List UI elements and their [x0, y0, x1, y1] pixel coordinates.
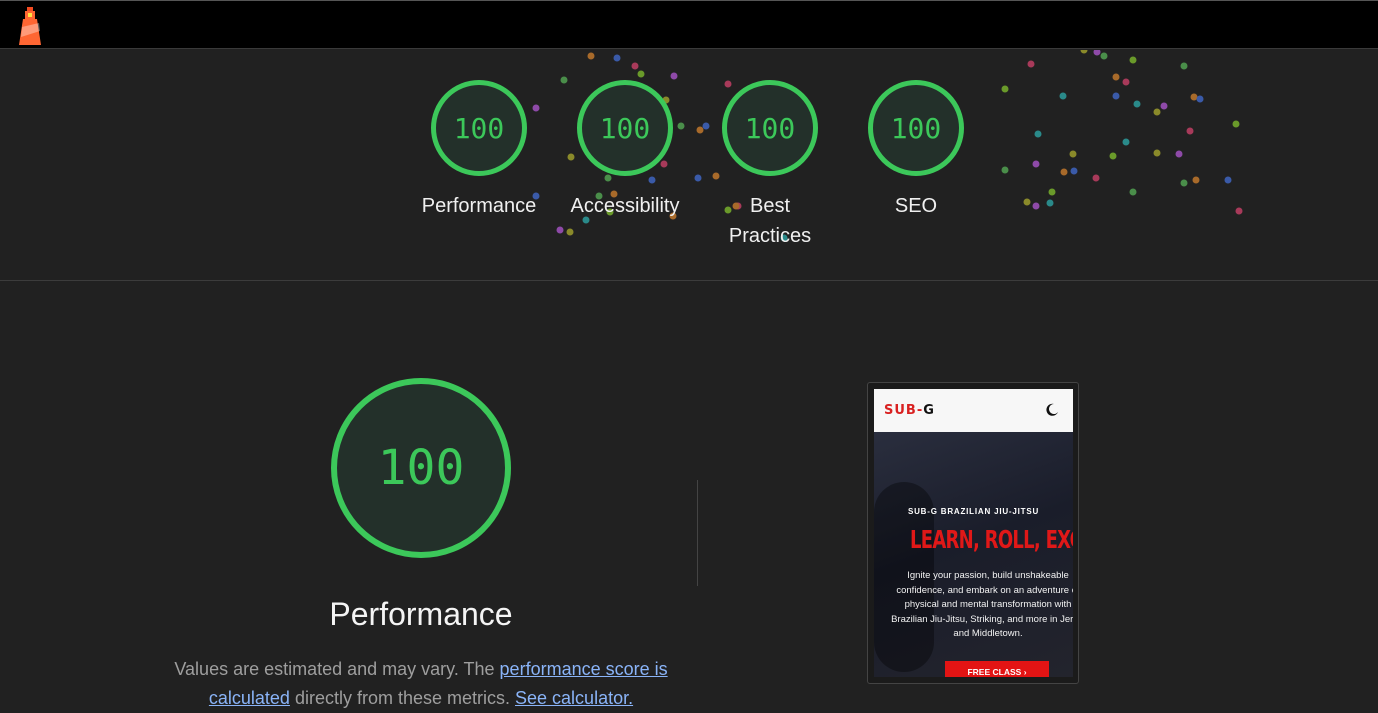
confetti-dot — [1160, 102, 1168, 110]
confetti-dot — [1129, 56, 1137, 64]
confetti-dot — [1027, 60, 1035, 68]
moon-icon — [1046, 403, 1058, 416]
score-label: Accessibility — [570, 195, 680, 217]
score-label: Best Practices — [728, 195, 812, 247]
confetti-dot — [556, 226, 564, 234]
confetti-dot — [637, 70, 645, 78]
vertical-divider — [697, 480, 698, 586]
see-calculator-link[interactable]: See calculator. — [515, 688, 633, 708]
confetti-dot — [1112, 92, 1120, 100]
confetti-dot — [1112, 73, 1120, 81]
chevron-right-icon: › — [1023, 667, 1027, 677]
confetti-dot — [1232, 120, 1240, 128]
confetti-dot — [1034, 130, 1042, 138]
screenshot-image: SUB-G SUB-G BRAZILIAN JIU-JITSU LEARN, R… — [874, 389, 1073, 677]
desc-middle: directly from these metrics. — [289, 688, 516, 708]
score-value: 100 — [890, 111, 942, 145]
confetti-dot — [1070, 167, 1078, 175]
score-value: 100 — [453, 111, 505, 145]
site-logo: SUB-G — [884, 403, 935, 418]
score-gauge-performance[interactable]: 100 Performance — [404, 80, 554, 221]
confetti-dot — [1059, 92, 1067, 100]
confetti-dot — [1224, 176, 1232, 184]
confetti-dot — [1032, 160, 1040, 168]
lighthouse-icon — [19, 7, 41, 45]
confetti-dot — [1093, 50, 1101, 56]
score-ring: 100 — [577, 80, 673, 176]
score-value: 100 — [599, 111, 651, 145]
confetti-dot — [1001, 85, 1009, 93]
confetti-dot — [1048, 188, 1056, 196]
confetti-dot — [631, 62, 639, 70]
top-bar — [0, 0, 1378, 49]
confetti-dot — [1133, 100, 1141, 108]
confetti-dot — [1100, 52, 1108, 60]
performance-section: 100 Performance Values are estimated and… — [170, 378, 672, 713]
confetti-dot — [587, 52, 595, 60]
score-gauge-accessibility[interactable]: 100 Accessibility — [550, 80, 700, 221]
confetti-dot — [1060, 168, 1068, 176]
confetti-dot — [1122, 78, 1130, 86]
hero-body: Ignite your passion, build unshakeable c… — [891, 570, 1073, 639]
confetti-dot — [613, 54, 621, 62]
free-class-button: FREE CLASS › — [945, 661, 1049, 677]
confetti-dot — [1092, 174, 1100, 182]
performance-title: Performance — [329, 596, 513, 632]
confetti-dot — [1180, 62, 1188, 70]
score-ring: 100 — [722, 80, 818, 176]
confetti-dot — [1180, 179, 1188, 187]
desc-prefix: Values are estimated and may vary. The — [174, 659, 500, 679]
confetti-dot — [670, 72, 678, 80]
score-gauge-best-practices[interactable]: 100 Best Practices — [695, 80, 845, 251]
confetti-dot — [1080, 50, 1088, 54]
final-screenshot[interactable]: SUB-G SUB-G BRAZILIAN JIU-JITSU LEARN, R… — [867, 382, 1079, 684]
confetti-dot — [1186, 127, 1194, 135]
confetti-dot — [566, 228, 574, 236]
confetti-dot — [1069, 150, 1077, 158]
score-ring: 100 — [868, 80, 964, 176]
confetti-dot — [1001, 166, 1009, 174]
confetti-dot — [1190, 93, 1198, 101]
score-ring: 100 — [431, 80, 527, 176]
score-label: Performance — [421, 195, 537, 217]
confetti-dot — [1153, 149, 1161, 157]
site-nav: SUB-G — [874, 389, 1073, 432]
hero-headline: LEARN, ROLL, EXCE — [910, 525, 1073, 554]
score-label: SEO — [894, 195, 938, 217]
confetti-dot — [1192, 176, 1200, 184]
confetti-dot — [1109, 152, 1117, 160]
performance-description: Values are estimated and may vary. The p… — [170, 655, 672, 713]
confetti-dot — [1122, 138, 1130, 146]
score-gauge-seo[interactable]: 100 SEO — [841, 80, 991, 221]
confetti-dot — [1023, 198, 1031, 206]
hero-subtitle: SUB-G BRAZILIAN JIU-JITSU — [907, 507, 1040, 516]
scores-header: 100 Performance 100 Accessibility 100 Be… — [0, 50, 1378, 281]
score-value: 100 — [744, 111, 796, 145]
confetti-dot — [1129, 188, 1137, 196]
confetti-dot — [1046, 199, 1054, 207]
confetti-dot — [1032, 202, 1040, 210]
confetti-dot — [1196, 95, 1204, 103]
performance-score-ring: 100 — [331, 378, 511, 558]
confetti-dot — [1153, 108, 1161, 116]
confetti-dot — [1235, 207, 1243, 215]
performance-score-value: 100 — [377, 440, 465, 496]
confetti-dot — [1175, 150, 1183, 158]
